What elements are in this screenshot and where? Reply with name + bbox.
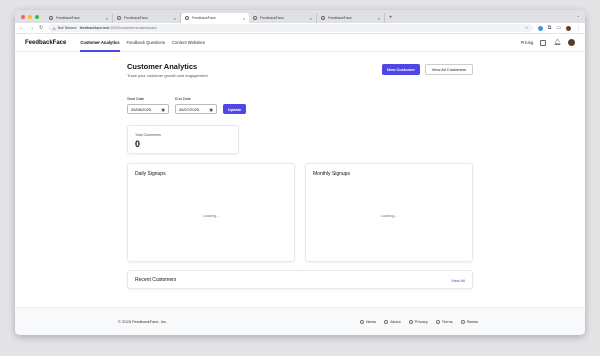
footer-link-label: Terms bbox=[441, 319, 453, 324]
end-date-input[interactable]: 06/07/2025 ▣ bbox=[175, 104, 217, 114]
tab-label: FeedbackFace bbox=[328, 16, 352, 20]
chevron-down-icon[interactable]: ⌄ bbox=[577, 13, 580, 18]
globe-icon bbox=[49, 16, 53, 20]
security-label: Not Secure bbox=[57, 26, 77, 30]
view-all-link[interactable]: View All bbox=[451, 278, 465, 283]
browser-tab[interactable]: FeedbackFace × bbox=[317, 13, 385, 23]
browser-tab[interactable]: FeedbackFace × bbox=[249, 13, 317, 23]
total-customers-value: 0 bbox=[135, 139, 141, 149]
forward-arrow-icon[interactable]: → bbox=[29, 25, 34, 31]
footer-link-label: Status bbox=[466, 319, 478, 324]
star-icon[interactable]: ☆ bbox=[525, 25, 529, 31]
calendar-icon[interactable]: ▣ bbox=[209, 107, 213, 112]
monthly-signups-card: Monthly Signups Loading... bbox=[305, 163, 473, 262]
monthly-signups-title: Monthly Signups bbox=[313, 171, 350, 177]
page-subtitle: Track your customer growth and engagemen… bbox=[127, 73, 208, 78]
globe-icon bbox=[321, 16, 325, 20]
recent-customers-card: Recent Customers View All bbox=[127, 270, 473, 289]
loading-text: Loading... bbox=[202, 214, 220, 218]
security-indicator[interactable]: ⚠ Not Secure bbox=[52, 26, 76, 31]
url-field[interactable]: ⚠ Not Secure feedbackface.test:3000/custo… bbox=[48, 24, 533, 32]
view-all-customers-button[interactable]: View All Customers bbox=[425, 64, 473, 75]
footer-link-label: About bbox=[390, 319, 401, 324]
footer-link-terms[interactable]: Terms bbox=[435, 319, 453, 324]
start-date-input[interactable]: 05/08/2025 ▣ bbox=[127, 104, 169, 114]
info-icon bbox=[384, 319, 389, 324]
tab-label: FeedbackFace bbox=[124, 16, 148, 20]
footer-link-status[interactable]: Status bbox=[460, 319, 478, 324]
close-icon[interactable]: × bbox=[106, 16, 108, 21]
end-date-label: End Date bbox=[175, 97, 191, 101]
start-date-label: Start Date bbox=[127, 97, 145, 101]
nav-feedback-questions[interactable]: Feedback Questions bbox=[127, 34, 165, 52]
footer: © 2025 FeedbackFace, Inc. News About Pri… bbox=[15, 307, 585, 335]
nav-customer-analytics[interactable]: Customer Analytics bbox=[80, 34, 120, 52]
terminal-icon[interactable] bbox=[540, 39, 547, 46]
close-icon[interactable]: × bbox=[243, 16, 245, 21]
total-customers-label: Total Customers bbox=[135, 133, 161, 137]
page-title: Customer Analytics bbox=[127, 62, 198, 71]
back-arrow-icon[interactable]: ← bbox=[19, 25, 24, 31]
tab-label: FeedbackFace bbox=[192, 16, 216, 20]
maximize-window-button[interactable] bbox=[35, 14, 39, 19]
close-icon[interactable]: × bbox=[378, 16, 380, 21]
document-icon bbox=[435, 319, 440, 324]
close-icon[interactable]: × bbox=[174, 16, 176, 21]
update-button[interactable]: Update bbox=[223, 104, 246, 114]
total-customers-card: Total Customers 0 bbox=[127, 125, 239, 154]
browser-tab-active[interactable]: FeedbackFace × bbox=[181, 13, 249, 23]
nav-content-websites[interactable]: Content Websites bbox=[172, 34, 205, 52]
minimize-window-button[interactable] bbox=[28, 14, 32, 19]
news-icon bbox=[360, 319, 365, 324]
tab-label: FeedbackFace bbox=[56, 16, 80, 20]
sidebar-icon[interactable]: ▭ bbox=[556, 25, 561, 31]
bell-icon[interactable]: 🔔︎ bbox=[553, 39, 561, 46]
browser-tab[interactable]: FeedbackFace × bbox=[113, 13, 181, 23]
browser-window: FeedbackFace × FeedbackFace × FeedbackFace… bbox=[15, 10, 585, 335]
app-navbar: FeedbackFace Customer Analytics Feedback… bbox=[15, 34, 585, 52]
url-path: :3000/customers/dashboard bbox=[109, 26, 157, 30]
warning-icon: ⚠ bbox=[52, 26, 56, 31]
recent-customers-title: Recent Customers bbox=[135, 277, 177, 283]
new-tab-button[interactable]: + bbox=[385, 13, 397, 23]
footer-link-news[interactable]: News bbox=[360, 319, 376, 324]
footer-link-about[interactable]: About bbox=[384, 319, 401, 324]
start-date-value: 05/08/2025 bbox=[131, 106, 152, 112]
brand-logo[interactable]: FeedbackFace bbox=[25, 40, 66, 46]
puzzle-icon[interactable]: ⧉ bbox=[548, 25, 552, 31]
nav-right: Pricing 🔔︎ bbox=[521, 39, 575, 46]
loading-text: Loading... bbox=[380, 214, 398, 218]
url-host: feedbackface.test bbox=[79, 26, 110, 30]
close-icon[interactable]: × bbox=[310, 16, 312, 21]
daily-signups-title: Daily Signups bbox=[135, 171, 166, 177]
browser-tab[interactable]: FeedbackFace × bbox=[45, 13, 113, 23]
footer-link-privacy[interactable]: Privacy bbox=[408, 319, 428, 324]
footer-link-label: News bbox=[366, 319, 377, 324]
lock-icon bbox=[408, 319, 413, 324]
profile-avatar[interactable] bbox=[566, 25, 571, 31]
globe-icon bbox=[185, 16, 189, 20]
status-icon bbox=[460, 319, 465, 324]
daily-signups-card: Daily Signups Loading... bbox=[127, 163, 295, 262]
user-avatar[interactable] bbox=[568, 39, 575, 46]
close-window-button[interactable] bbox=[21, 14, 25, 19]
window-controls bbox=[15, 10, 45, 23]
address-bar: ← → ↻ ⚠ Not Secure feedbackface.test:3000… bbox=[15, 23, 585, 34]
tab-strip: FeedbackFace × FeedbackFace × FeedbackFace… bbox=[15, 10, 585, 23]
pricing-link[interactable]: Pricing bbox=[521, 40, 534, 45]
footer-links: News About Privacy Terms Status bbox=[360, 319, 478, 324]
globe-icon bbox=[253, 16, 257, 20]
footer-link-label: Privacy bbox=[414, 319, 428, 324]
calendar-icon[interactable]: ▣ bbox=[161, 107, 165, 112]
reload-icon[interactable]: ↻ bbox=[39, 25, 43, 31]
extension-icon[interactable] bbox=[537, 25, 543, 31]
tab-label: FeedbackFace bbox=[260, 16, 284, 20]
new-customer-button[interactable]: New Customer bbox=[382, 64, 420, 75]
end-date-value: 06/07/2025 bbox=[179, 106, 200, 112]
copyright-text: © 2025 FeedbackFace, Inc. bbox=[118, 319, 168, 324]
globe-icon bbox=[117, 16, 121, 20]
more-icon[interactable]: ⋮ bbox=[576, 25, 581, 31]
